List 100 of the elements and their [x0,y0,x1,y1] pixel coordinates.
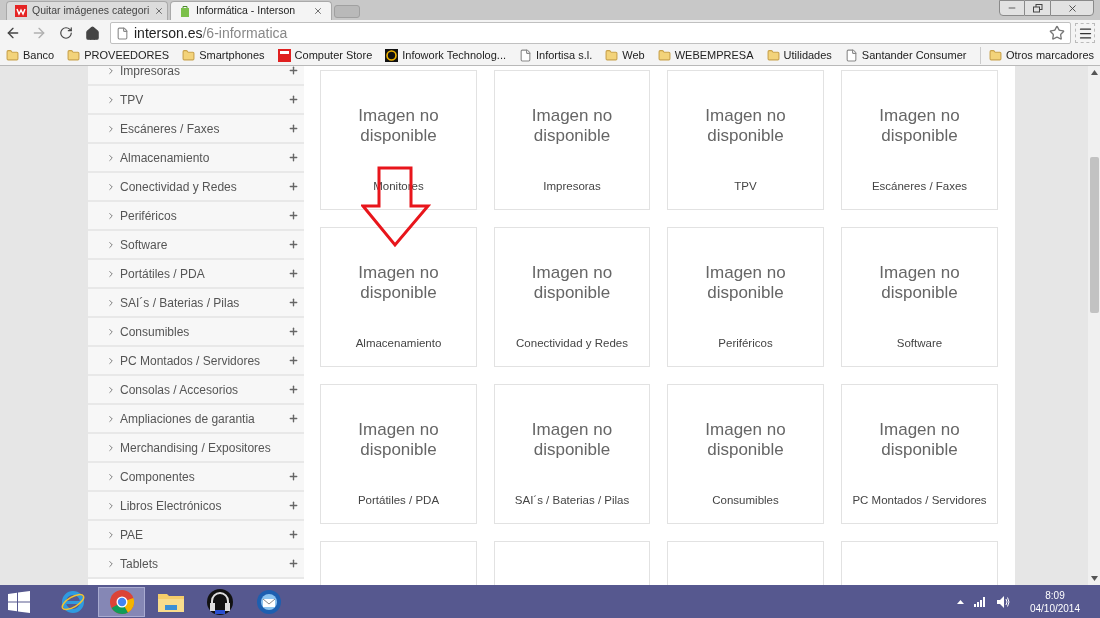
category-link[interactable]: Componentes [88,463,304,492]
bookmark[interactable]: Computer Store [277,47,373,64]
category-card[interactable]: Imagen no disponible TPV [667,70,824,210]
start-icon[interactable] [8,590,30,613]
category-name: Impresoras [543,178,601,194]
expand-icon[interactable] [288,558,299,569]
bookmark[interactable]: Infortisa s.l. [519,47,593,64]
scrollbar-thumb[interactable] [1089,157,1099,313]
logo-icon [277,49,291,62]
chevron-icon [106,500,116,511]
expand-icon[interactable] [288,210,299,221]
image-placeholder-text: Imagen no disponible [530,420,614,460]
show-hidden-icon[interactable] [956,599,964,604]
category-card[interactable]: Imagen no disponible Portátiles / PDA [320,384,477,524]
expand-icon[interactable] [288,355,299,366]
chevron-icon [106,413,116,424]
bookmark[interactable]: Santander Consumer [844,47,967,64]
chevron-icon [106,152,116,163]
category-link[interactable]: Libros Electrónicos [88,492,304,521]
close-icon[interactable] [154,6,165,16]
restore-button[interactable] [1025,0,1050,16]
category-card[interactable]: Imagen no disponible Impresoras [494,70,650,210]
bookmark-star-icon[interactable] [1049,25,1065,41]
category-name: Conectividad y Redes [516,335,628,351]
category-name: Escáneres / Faxes [871,178,968,194]
category-link[interactable]: Almacenamiento [88,144,304,173]
expand-icon[interactable] [288,94,299,105]
scroll-up-icon[interactable] [1090,70,1098,75]
category-card[interactable]: Imagen no disponible Software [841,227,998,367]
category-link[interactable]: Escáneres / Faxes [88,115,304,144]
category-link[interactable]: Conectividad y Redes [88,173,304,202]
menu-button[interactable] [1075,23,1095,43]
bookmark[interactable]: Banco [6,47,55,64]
tab-title: Quitar imágenes categori [32,3,150,19]
category-link[interactable]: TPV [88,86,304,115]
image-placeholder-text: Imagen no disponible [530,106,614,146]
category-link[interactable]: SAI´s / Baterias / Pilas [88,289,304,318]
expand-icon[interactable] [288,66,299,76]
category-link[interactable]: Merchandising / Expositores [88,434,304,463]
bookmark[interactable]: Infowork Technolog... [385,47,506,64]
chrome-icon [108,588,135,615]
category-link[interactable]: Portátiles / PDA [88,260,304,289]
category-link[interactable]: Ampliaciones de garantia [88,405,304,434]
category-card[interactable]: Imagen no disponible PC Montados / Servidores [841,384,998,524]
chevron-icon [106,210,116,221]
chevron-icon [106,297,116,308]
clock[interactable]: 8:09 04/10/2014 [1029,588,1080,615]
browser-tab[interactable]: Informática - Interson [170,1,332,20]
back-icon[interactable] [5,25,21,41]
expand-icon[interactable] [288,152,299,163]
category-card[interactable]: Imagen no disponible Conectividad y Redes [494,227,650,367]
expand-icon[interactable] [288,239,299,250]
chevron-icon [106,181,116,192]
folder-icon [182,49,196,62]
bookmark[interactable]: Web [605,47,645,64]
chevron-icon [106,442,116,453]
expand-icon[interactable] [288,297,299,308]
image-placeholder-text: Imagen no disponible [704,106,787,146]
bookmark[interactable]: Utilidades [766,47,832,64]
category-link[interactable]: Consumibles [88,318,304,347]
category-card[interactable]: Imagen no disponible Consumibles [667,384,824,524]
expand-icon[interactable] [288,413,299,424]
category-card[interactable]: Imagen no disponible Escáneres / Faxes [841,70,998,210]
chevron-icon [106,326,116,337]
category-link[interactable]: PAE [88,521,304,550]
expand-icon[interactable] [288,123,299,134]
page-icon [519,49,532,62]
category-link[interactable]: Impresoras [88,66,304,86]
scrollbar[interactable] [1088,66,1100,585]
category-link[interactable]: Software [88,231,304,260]
category-name: Periféricos [718,335,773,351]
bookmark[interactable]: WEBEMPRESA [657,47,754,64]
expand-icon[interactable] [288,529,299,540]
other-bookmarks[interactable]: Otros marcadores [979,47,1094,64]
category-link[interactable]: Periféricos [88,202,304,231]
expand-icon[interactable] [288,181,299,192]
signal-icon[interactable] [973,596,987,607]
volume-icon[interactable] [996,595,1010,608]
chevron-icon [106,268,116,279]
scroll-down-icon[interactable] [1090,576,1098,581]
category-card[interactable]: Imagen no disponible SAI´s / Baterias / Pilas [494,384,650,524]
home-icon[interactable] [85,25,100,41]
expand-icon[interactable] [288,326,299,337]
category-card[interactable]: Imagen no disponible Almacenamiento [320,227,477,367]
browser-tab[interactable]: Quitar imágenes categori [6,1,168,20]
bookmark[interactable]: PROVEEDORES [67,47,170,64]
close-icon[interactable] [313,6,323,16]
category-link[interactable]: PC Montados / Servidores [88,347,304,376]
reload-icon[interactable] [59,26,73,40]
category-link[interactable]: Consolas / Accesorios [88,376,304,405]
category-link[interactable]: Tablets [88,550,304,579]
bookmark[interactable]: Smartphones [182,47,265,64]
address-bar[interactable]: interson.es/6-informatica [110,22,1071,44]
expand-icon[interactable] [288,268,299,279]
expand-icon[interactable] [288,471,299,482]
category-card[interactable]: Imagen no disponible Periféricos [667,227,824,367]
expand-icon[interactable] [288,384,299,395]
mail-icon [254,587,283,616]
image-placeholder-text: Imagen no disponible [357,263,440,303]
expand-icon[interactable] [288,500,299,511]
